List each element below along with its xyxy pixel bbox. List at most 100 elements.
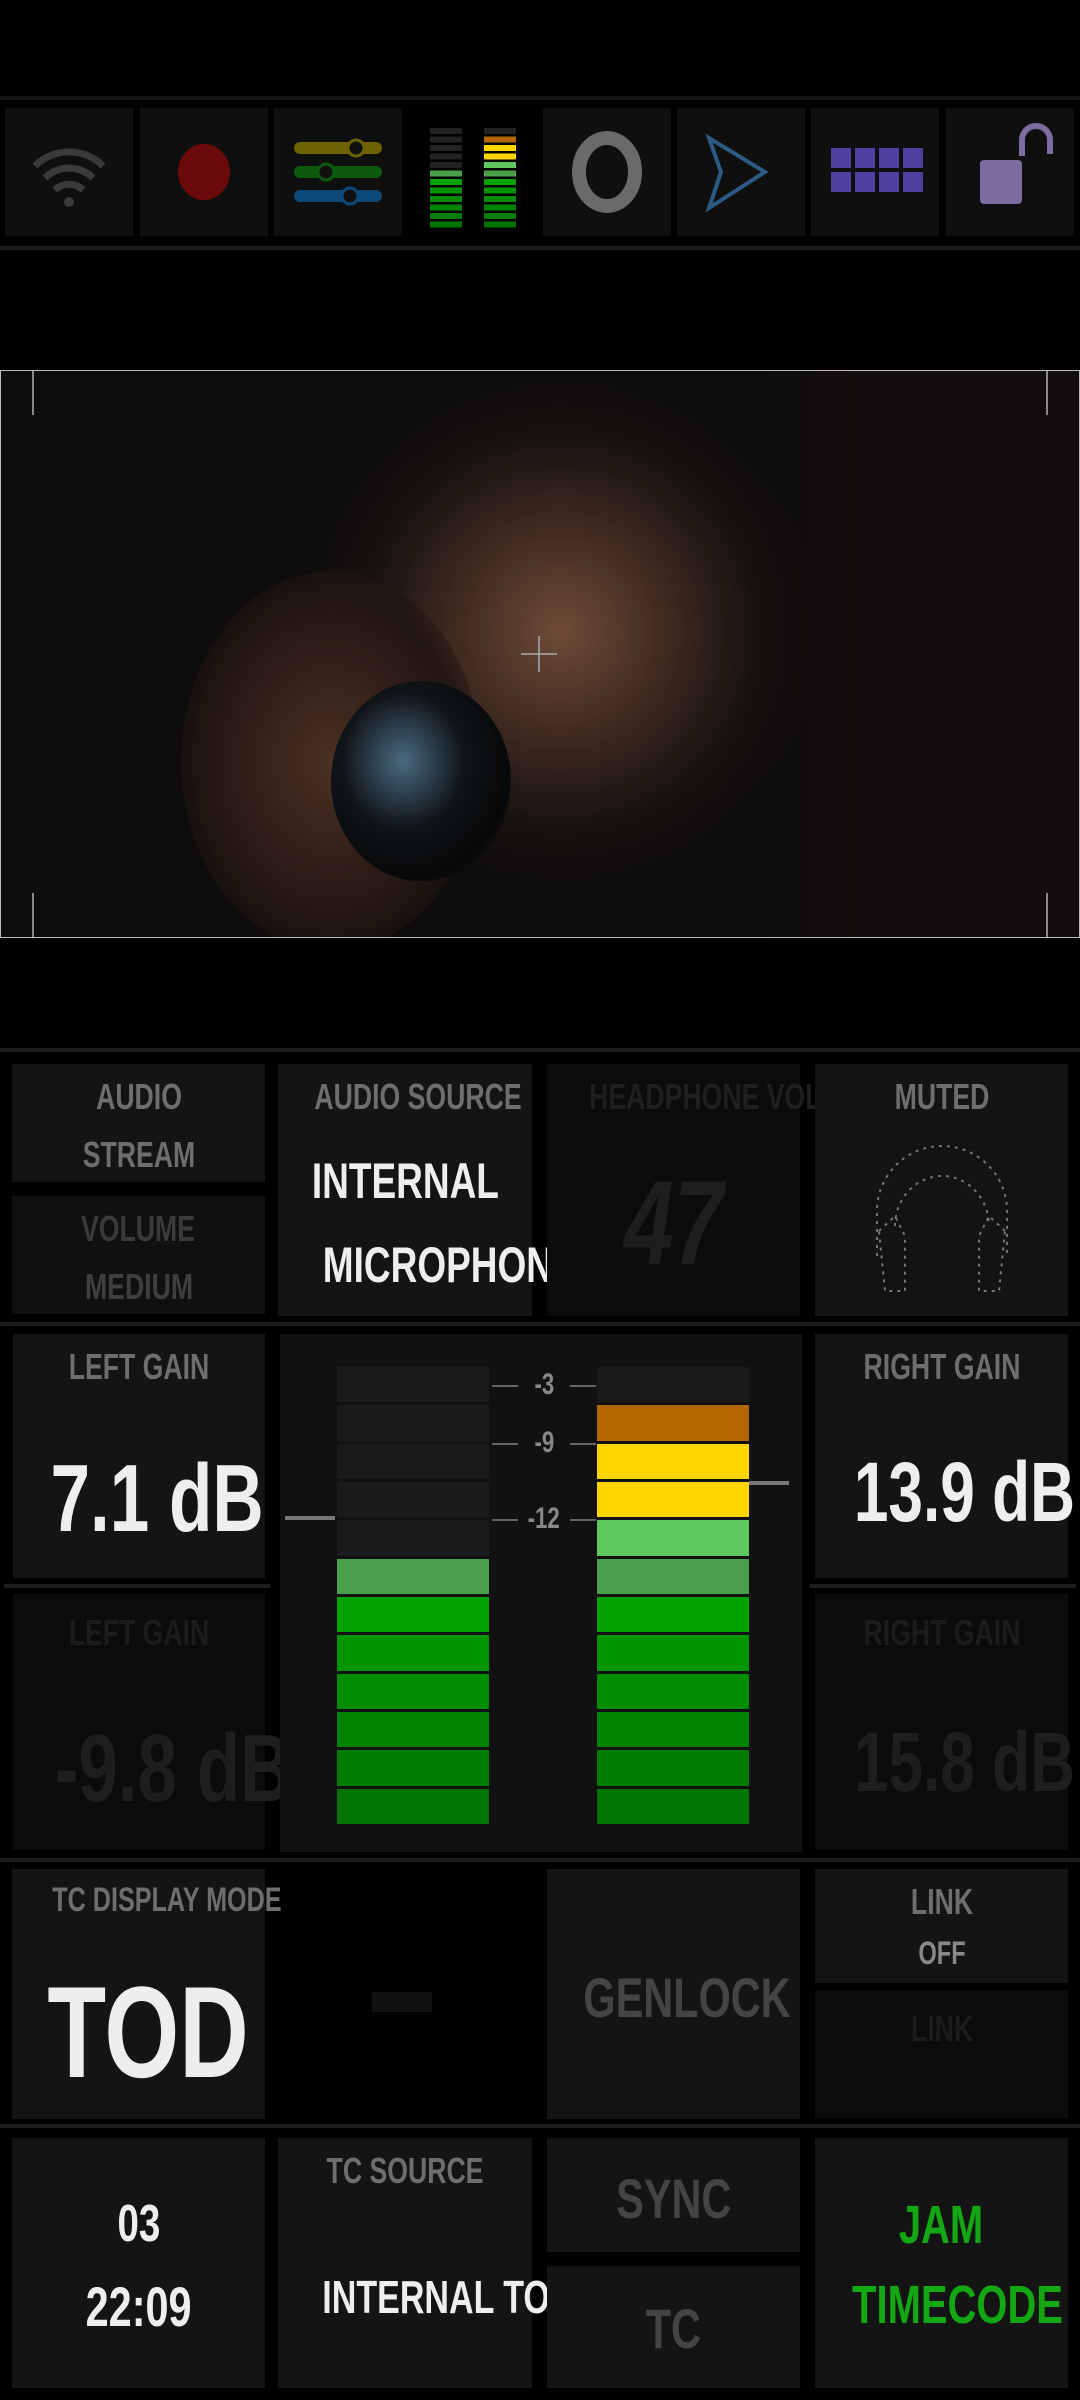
audio-stream-title: AUDIO	[95, 1076, 182, 1117]
meter-segment	[597, 1405, 749, 1441]
volume-title: VOLUME	[81, 1208, 196, 1249]
meter-segment	[337, 1367, 489, 1403]
tc-button[interactable]: TC	[547, 2266, 800, 2388]
audio-source-line1: INTERNAL	[311, 1153, 499, 1209]
mini-meter-segment	[430, 145, 462, 151]
right-gain-alt-title: RIGHT GAIN	[863, 1612, 1020, 1653]
audio-level-meter: -3 -9 -12	[280, 1334, 802, 1852]
link-alt-button[interactable]: LINK	[815, 1990, 1068, 2118]
right-peak-marker	[749, 1481, 789, 1485]
wifi-button[interactable]	[5, 108, 133, 236]
left-gain-title: LEFT GAIN	[68, 1346, 210, 1387]
right-gain-alt-button[interactable]: RIGHT GAIN 15.8 dB	[815, 1594, 1075, 1850]
mute-button[interactable]: MUTED	[815, 1064, 1068, 1316]
meter-segment	[597, 1750, 749, 1786]
scale-tick	[492, 1442, 518, 1445]
link-button[interactable]: LINK OFF	[815, 1869, 1068, 1983]
grid-icon	[831, 148, 923, 192]
mini-meter-segment	[484, 170, 516, 177]
mini-meter-segment	[430, 179, 462, 185]
tc-source-value: INTERNAL TOD	[322, 2271, 575, 2323]
mini-meter-segment	[430, 162, 462, 168]
right-gain-alt-value: 15.8 dB	[853, 1715, 1075, 1809]
meter-segment	[337, 1750, 489, 1786]
mini-meter-segment	[430, 153, 462, 160]
lock-button[interactable]	[946, 108, 1074, 236]
mixer-button[interactable]	[274, 108, 402, 236]
mini-meter-segment	[484, 128, 516, 134]
mini-meter-segment	[430, 213, 462, 219]
jam-line2: TIMECODE	[852, 2275, 1063, 2335]
tc-display-mode-button[interactable]: TC DISPLAY MODE TOD	[12, 1869, 282, 2119]
mini-meter-segment	[430, 204, 462, 211]
jam-timecode-button[interactable]: JAM TIMECODE	[815, 2138, 1068, 2388]
mini-meter-segment	[484, 136, 516, 143]
frame-guides	[32, 371, 1048, 937]
tc-source-button[interactable]: TC SOURCE INTERNAL TOD	[278, 2138, 574, 2388]
audio-source-button[interactable]: AUDIO SOURCE INTERNAL MICROPHONE	[278, 1064, 578, 1316]
record-button[interactable]	[140, 108, 268, 236]
headphones-icon	[876, 1145, 1008, 1292]
empty-slot-dash	[372, 1992, 432, 2012]
link-title: LINK	[910, 1881, 973, 1922]
headphone-vol-value: 47	[624, 1156, 723, 1290]
divider	[0, 1322, 1080, 1326]
meter-segment	[337, 1405, 489, 1441]
audio-stream-button[interactable]: AUDIO STREAM	[12, 1064, 265, 1182]
mini-meter-segment	[484, 145, 516, 151]
volume-value: MEDIUM	[84, 1266, 193, 1307]
mini-meter-segment	[484, 162, 516, 168]
tc-label: TC	[645, 2297, 702, 2360]
divider	[810, 1584, 1076, 1588]
mini-meter-segment	[430, 221, 462, 228]
scale-label: -9	[534, 1425, 554, 1459]
muted-title: MUTED	[894, 1076, 989, 1117]
audio-meter-button[interactable]	[410, 108, 538, 236]
time-display: 03 22:09	[12, 2138, 265, 2388]
video-preview[interactable]	[0, 370, 1080, 938]
right-gain-title: RIGHT GAIN	[863, 1346, 1020, 1387]
left-gain-button[interactable]: LEFT GAIN 7.1 dB	[13, 1334, 265, 1578]
link-value: OFF	[917, 1935, 966, 1971]
audio-stream-value: STREAM	[82, 1134, 195, 1175]
mixer-sliders-icon	[294, 138, 382, 206]
meter-segment	[597, 1443, 749, 1479]
focus-ring-icon	[572, 131, 642, 213]
meter-segment	[337, 1520, 489, 1556]
scale-tick	[492, 1385, 518, 1388]
meter-segment	[597, 1673, 749, 1709]
grid-button[interactable]	[811, 108, 939, 236]
meter-segment	[597, 1367, 749, 1403]
meter-segment	[337, 1673, 489, 1709]
unlock-icon	[980, 123, 1053, 204]
headphone-volume-button[interactable]: HEADPHONE VOL. 47	[547, 1064, 829, 1316]
genlock-label: GENLOCK	[583, 1966, 791, 2029]
divider	[0, 246, 1080, 250]
wifi-icon	[32, 148, 106, 207]
mini-meter-segment	[430, 187, 462, 194]
volume-button[interactable]: VOLUME MEDIUM	[12, 1196, 265, 1314]
mini-meter-segment	[430, 128, 462, 134]
meter-segment	[337, 1443, 489, 1479]
left-gain-alt-title: LEFT GAIN	[68, 1612, 210, 1653]
mini-meter-segment	[484, 179, 516, 185]
time-line2: 22:09	[85, 2275, 192, 2338]
link-alt-label: LINK	[910, 2008, 973, 2049]
meter-segment	[337, 1635, 489, 1671]
record-icon	[178, 144, 230, 200]
right-gain-button[interactable]: RIGHT GAIN 13.9 dB	[815, 1334, 1075, 1578]
scale-tick	[570, 1385, 596, 1388]
divider	[0, 1858, 1080, 1862]
send-arrow-icon	[705, 133, 769, 213]
focus-button[interactable]	[543, 108, 671, 236]
left-gain-alt-button[interactable]: LEFT GAIN -9.8 dB	[13, 1594, 291, 1850]
audio-source-line2: MICROPHONE	[322, 1237, 578, 1293]
send-button[interactable]	[677, 108, 805, 236]
divider	[4, 1584, 270, 1588]
mini-meter-segment	[484, 221, 516, 228]
genlock-button[interactable]: GENLOCK	[547, 1869, 800, 2119]
mini-meter-segment	[484, 187, 516, 194]
meter-segment	[597, 1635, 749, 1671]
sync-button[interactable]: SYNC	[547, 2138, 800, 2252]
meter-segment	[597, 1788, 749, 1824]
